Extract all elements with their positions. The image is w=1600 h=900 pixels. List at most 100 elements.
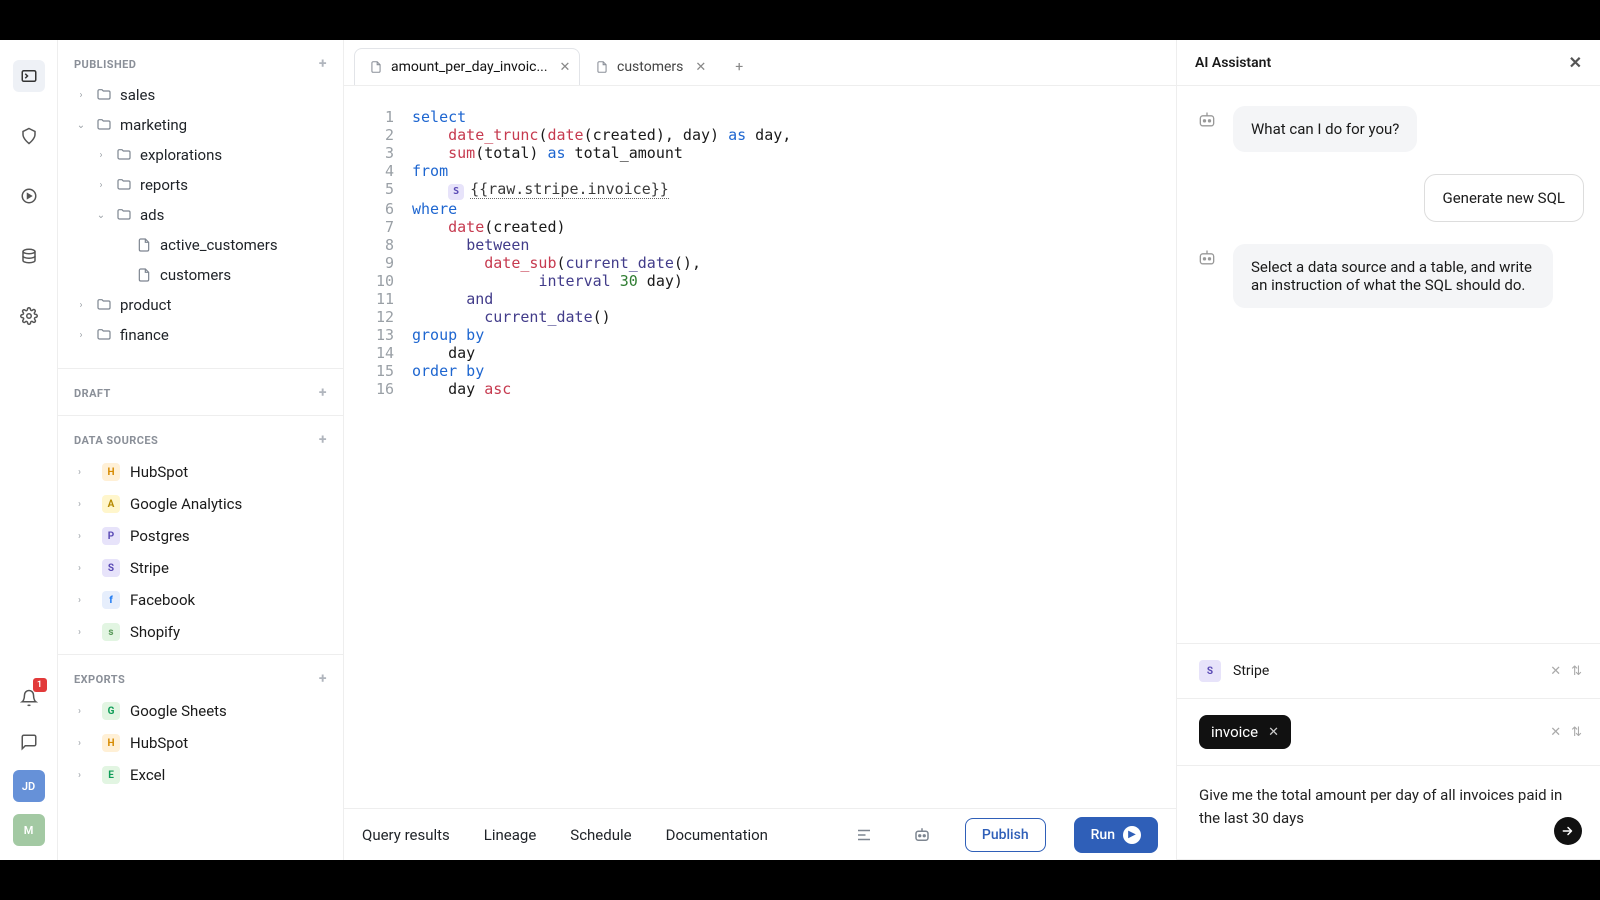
nav-sql-icon[interactable] (13, 60, 45, 92)
caret-icon: › (74, 300, 88, 311)
line-number: 6 (368, 200, 412, 218)
avatar-user-2[interactable]: M (13, 814, 45, 846)
nav-models-icon[interactable] (13, 120, 45, 152)
section-exports: EXPORTS + (58, 655, 343, 695)
tree-item[interactable]: ›product (66, 290, 335, 320)
source-badge: E (102, 766, 120, 784)
tab-label: customers (617, 59, 683, 75)
table-dropdown-icon[interactable]: ⇅ (1571, 725, 1582, 740)
folder-icon (96, 327, 112, 343)
section-label: PUBLISHED (74, 58, 136, 71)
source-label: Excel (130, 766, 165, 784)
tree-item[interactable]: active_customers (66, 230, 335, 260)
bottom-tab[interactable]: Query results (362, 826, 450, 844)
close-tab-icon[interactable]: ✕ (560, 60, 571, 75)
source-label: Google Sheets (130, 702, 227, 720)
folder-icon (116, 177, 132, 193)
nav-settings-icon[interactable] (13, 300, 45, 332)
remove-chip-icon[interactable]: ✕ (1268, 725, 1279, 740)
icon-rail: 1 JD M (0, 40, 58, 860)
section-label: DATA SOURCES (74, 434, 158, 447)
table-selector[interactable]: invoice ✕ ✕⇅ (1177, 699, 1600, 766)
source-label: Facebook (130, 591, 195, 609)
line-number: 3 (368, 144, 412, 162)
tree-item[interactable]: ›explorations (66, 140, 335, 170)
assistant-icon[interactable] (907, 826, 937, 844)
caret-icon: › (78, 499, 92, 510)
avatar-user-1[interactable]: JD (13, 770, 45, 802)
data-source-item[interactable]: ›AGoogle Analytics (58, 488, 343, 520)
publish-button[interactable]: Publish (965, 818, 1046, 852)
source-badge: H (102, 734, 120, 752)
close-tab-icon[interactable]: ✕ (695, 60, 706, 75)
notifications-button[interactable]: 1 (13, 682, 45, 714)
data-source-item[interactable]: ›GGoogle Sheets (58, 695, 343, 727)
tree-item-label: sales (120, 86, 155, 104)
tree-item[interactable]: ›sales (66, 80, 335, 110)
chat-icon[interactable] (13, 726, 45, 758)
data-source-item[interactable]: ›HHubSpot (58, 727, 343, 759)
data-source-item[interactable]: ›EExcel (58, 759, 343, 791)
assistant-header: AI Assistant ✕ (1177, 40, 1600, 86)
code-editor[interactable]: 1select2 date_trunc(date(created), day) … (344, 86, 1176, 808)
run-label: Run (1091, 827, 1115, 843)
source-badge: G (102, 702, 120, 720)
add-published-icon[interactable]: + (319, 56, 327, 72)
nav-sync-icon[interactable] (13, 240, 45, 272)
sidebar: PUBLISHED + ›sales⌄marketing›exploration… (58, 40, 344, 860)
data-source-item[interactable]: ›fFacebook (58, 584, 343, 616)
line-number: 2 (368, 126, 412, 144)
exports-list: ›GGoogle Sheets›HHubSpot›EExcel (58, 695, 343, 791)
source-badge: P (102, 527, 120, 545)
send-button[interactable] (1554, 817, 1582, 845)
tab-bar: amount_per_day_invoic...✕ customers ✕ + (344, 40, 1176, 86)
tree-item[interactable]: ›reports (66, 170, 335, 200)
data-source-list: ›HHubSpot›AGoogle Analytics›PPostgres›SS… (58, 456, 343, 648)
clear-source-icon[interactable]: ✕ (1550, 664, 1561, 679)
bottom-tab[interactable]: Schedule (570, 826, 631, 844)
run-button[interactable]: Run ▶ (1074, 817, 1158, 853)
file-icon (136, 237, 152, 253)
tree-item-label: marketing (120, 116, 187, 134)
line-number: 1 (368, 108, 412, 126)
bottom-tab[interactable]: Documentation (666, 826, 768, 844)
data-source-item[interactable]: ›SStripe (58, 552, 343, 584)
tree-item[interactable]: customers (66, 260, 335, 290)
tree-item[interactable]: ⌄ads (66, 200, 335, 230)
user-action-chip[interactable]: Generate new SQL (1424, 174, 1584, 222)
bot-icon (1193, 106, 1221, 134)
nav-runs-icon[interactable] (13, 180, 45, 212)
caret-icon: › (74, 330, 88, 341)
editor-tab[interactable]: customers ✕ (580, 48, 721, 85)
line-number: 16 (368, 380, 412, 398)
add-data-source-icon[interactable]: + (319, 432, 327, 448)
clear-table-icon[interactable]: ✕ (1550, 725, 1561, 740)
source-label: Stripe (130, 559, 169, 577)
add-draft-icon[interactable]: + (319, 385, 327, 401)
caret-icon: › (78, 595, 92, 606)
data-source-item[interactable]: ›HHubSpot (58, 456, 343, 488)
folder-icon (116, 207, 132, 223)
source-selector[interactable]: S Stripe ✕⇅ (1177, 644, 1600, 699)
data-source-item[interactable]: ›PPostgres (58, 520, 343, 552)
caret-icon: › (78, 563, 92, 574)
source-badge: s (102, 623, 120, 641)
tab-add-button[interactable]: + (721, 51, 757, 83)
bot-icon (1193, 244, 1221, 272)
source-dropdown-icon[interactable]: ⇅ (1571, 664, 1582, 679)
editor-tab[interactable]: amount_per_day_invoic...✕ (354, 48, 580, 85)
caret-icon: › (78, 627, 92, 638)
folder-icon (116, 147, 132, 163)
line-number: 14 (368, 344, 412, 362)
prompt-textarea[interactable]: Give me the total amount per day of all … (1177, 766, 1600, 860)
tree-item[interactable]: ›finance (66, 320, 335, 350)
bottom-tabs: Query results Lineage Schedule Documentatio… (362, 826, 768, 844)
close-assistant-icon[interactable]: ✕ (1569, 53, 1582, 72)
add-export-icon[interactable]: + (319, 671, 327, 687)
line-number: 7 (368, 218, 412, 236)
bottom-tab[interactable]: Lineage (484, 826, 537, 844)
source-badge: S (1199, 660, 1221, 682)
format-icon[interactable] (849, 826, 879, 844)
tree-item[interactable]: ⌄marketing (66, 110, 335, 140)
data-source-item[interactable]: ›sShopify (58, 616, 343, 648)
